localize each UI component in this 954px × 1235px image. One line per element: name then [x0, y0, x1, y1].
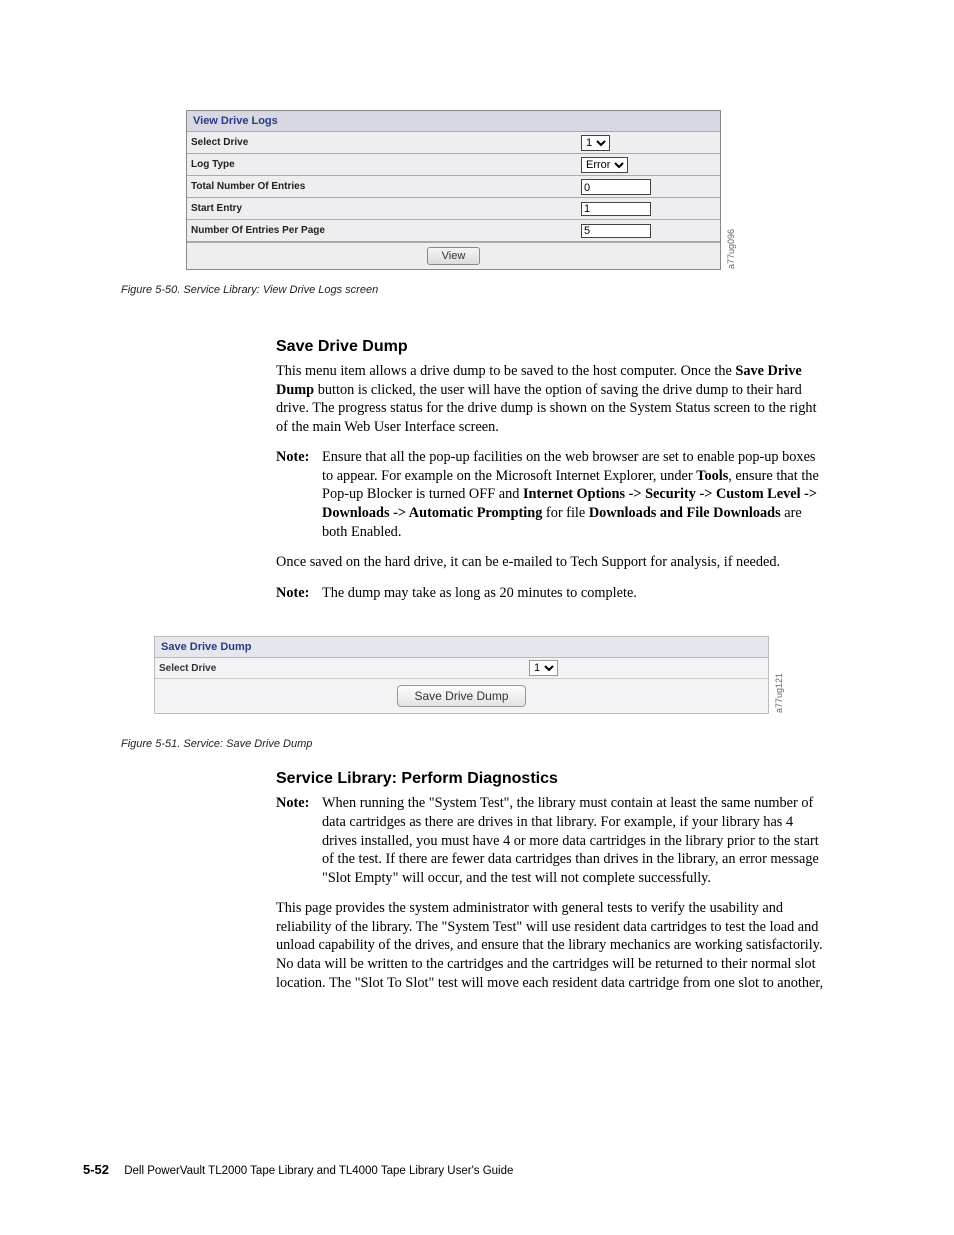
total-entries-value: 0	[581, 179, 651, 195]
view-button[interactable]: View	[427, 247, 481, 265]
start-entry-input[interactable]	[581, 202, 651, 216]
doc-title: Dell PowerVault TL2000 Tape Library and …	[124, 1165, 513, 1177]
log-type-row: Log Type Error	[187, 154, 720, 176]
save-drive-dump-heading: Save Drive Dump	[276, 338, 826, 356]
perform-diagnostics-heading: Service Library: Perform Diagnostics	[276, 770, 826, 788]
view-drive-logs-panel: View Drive Logs Select Drive 1 Log Type …	[186, 110, 721, 270]
select-drive-label-2: Select Drive	[159, 663, 529, 674]
figure-caption-1: Figure 5-50. Service Library: View Drive…	[121, 284, 833, 296]
save-drive-dump-panel: Save Drive Dump Select Drive 1 Save Driv…	[154, 636, 769, 714]
save-drive-dump-button[interactable]: Save Drive Dump	[397, 685, 525, 707]
total-entries-row: Total Number Of Entries 0	[187, 176, 720, 198]
note-body: When running the "System Test", the libr…	[322, 794, 826, 887]
note-2: Note: The dump may take as long as 20 mi…	[276, 584, 826, 603]
select-drive-dropdown-2[interactable]: 1	[529, 660, 558, 676]
select-drive-row-2: Select Drive 1	[155, 658, 768, 679]
note-3: Note: When running the "System Test", th…	[276, 794, 826, 887]
figure-ref-1: a77ug096	[726, 229, 736, 269]
figure-caption-2: Figure 5-51. Service: Save Drive Dump	[121, 738, 833, 750]
start-entry-row: Start Entry	[187, 198, 720, 220]
note-body: The dump may take as long as 20 minutes …	[322, 584, 826, 603]
entries-per-page-label: Number Of Entries Per Page	[191, 225, 581, 236]
log-type-label: Log Type	[191, 159, 581, 170]
page-number: 5-52	[83, 1162, 109, 1177]
select-drive-dropdown[interactable]: 1	[581, 135, 610, 151]
total-entries-label: Total Number Of Entries	[191, 181, 581, 192]
select-drive-row: Select Drive 1	[187, 132, 720, 154]
panel-title: View Drive Logs	[187, 111, 720, 132]
save-drive-dump-para2: Once saved on the hard drive, it can be …	[276, 553, 826, 572]
page-footer: 5-52 Dell PowerVault TL2000 Tape Library…	[83, 1162, 513, 1177]
log-type-dropdown[interactable]: Error	[581, 157, 628, 173]
entries-per-page-row: Number Of Entries Per Page	[187, 220, 720, 242]
perform-diagnostics-para: This page provides the system administra…	[276, 899, 826, 992]
start-entry-label: Start Entry	[191, 203, 581, 214]
note-label: Note:	[276, 794, 322, 813]
note-label: Note:	[276, 584, 322, 603]
note-1: Note: Ensure that all the pop-up facilit…	[276, 448, 826, 541]
figure-ref-2: a77ug121	[774, 673, 784, 713]
select-drive-label: Select Drive	[191, 137, 581, 148]
save-drive-dump-para1: This menu item allows a drive dump to be…	[276, 362, 826, 436]
note-label: Note:	[276, 448, 322, 467]
entries-per-page-input[interactable]	[581, 224, 651, 238]
panel2-title: Save Drive Dump	[155, 637, 768, 658]
note-body: Ensure that all the pop-up facilities on…	[322, 448, 826, 541]
